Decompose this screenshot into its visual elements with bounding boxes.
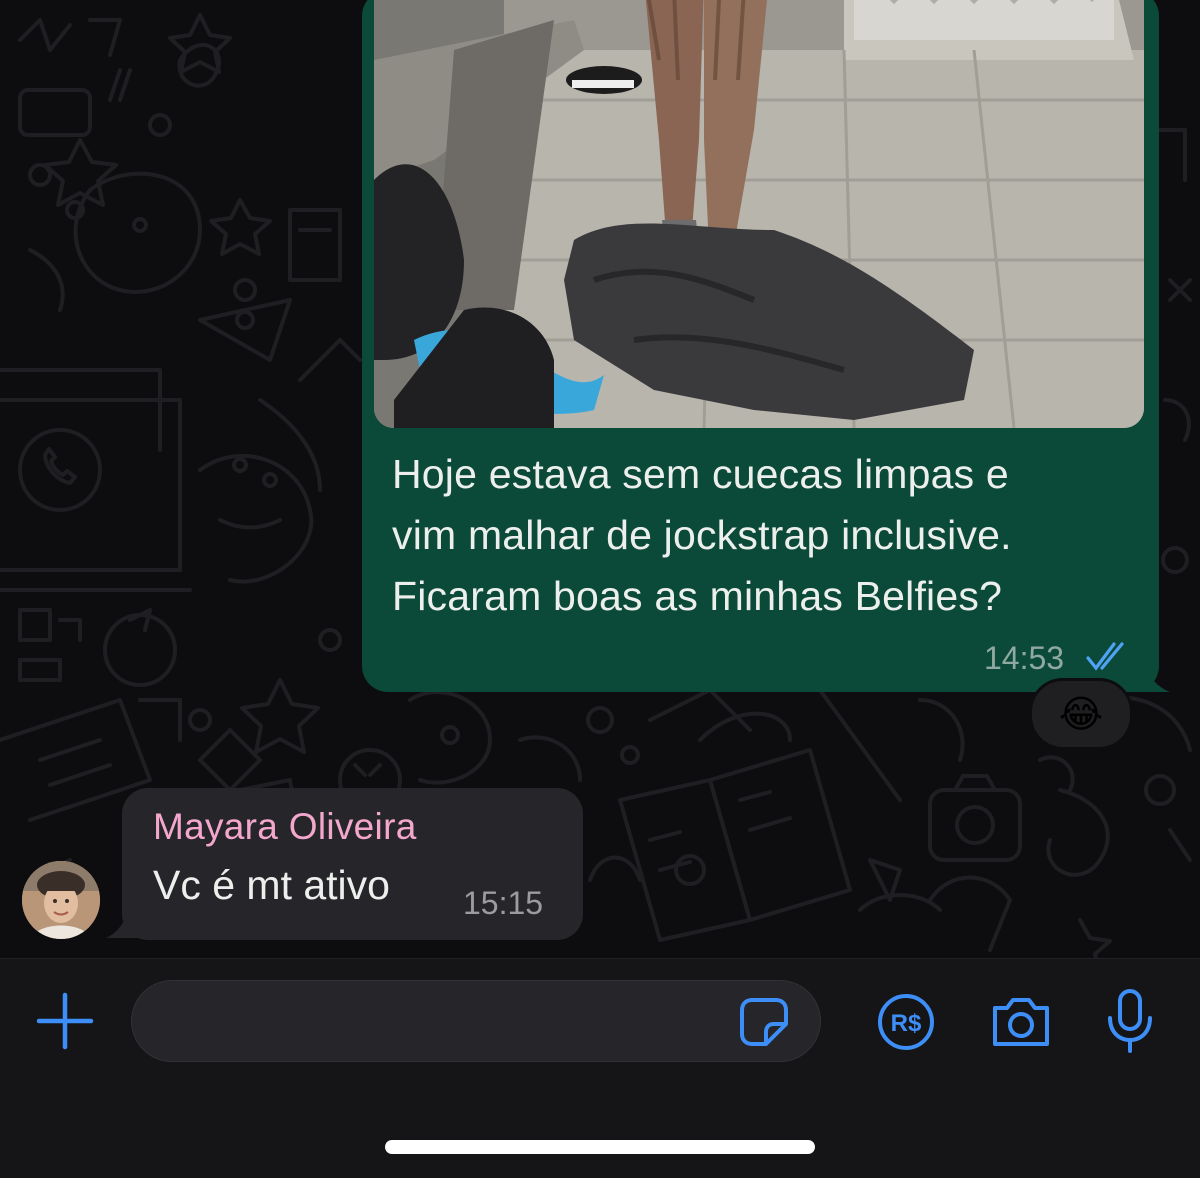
photo-content [374, 0, 1144, 428]
photo-attachment[interactable] [374, 0, 1144, 428]
message-line: Ficaram boas as minhas Belfies? [392, 573, 1003, 619]
camera-icon [993, 998, 1049, 1046]
avatar-image [22, 861, 100, 939]
avatar[interactable] [22, 861, 100, 939]
outgoing-bubble-tail [1130, 640, 1170, 692]
reaction-badge[interactable]: 😂 [1029, 678, 1133, 750]
sender-name[interactable]: Mayara Oliveira [153, 806, 417, 848]
camera-button[interactable] [986, 990, 1056, 1054]
attach-button[interactable] [30, 988, 100, 1054]
payment-icon: R$ [878, 994, 934, 1050]
message-line: Hoje estava sem cuecas limpas e [392, 451, 1009, 497]
incoming-message-time: 15:15 [463, 885, 544, 921]
payment-icon-label: R$ [891, 1010, 922, 1037]
incoming-message-text: Vc é mt ativo [153, 862, 390, 908]
sticker-icon [740, 998, 788, 1046]
read-receipt-icon [1086, 642, 1124, 671]
payment-button[interactable]: R$ [874, 990, 938, 1054]
outgoing-message-text: Hoje estava sem cuecas limpas e vim malh… [392, 444, 1132, 627]
microphone-icon [1108, 989, 1152, 1053]
message-line: vim malhar de jockstrap inclusive. [392, 512, 1012, 558]
home-indicator[interactable] [385, 1140, 815, 1154]
microphone-button[interactable] [1100, 986, 1160, 1056]
chat-area[interactable]: Hoje estava sem cuecas limpas e vim malh… [0, 0, 1200, 958]
message-input[interactable] [131, 980, 821, 1062]
outgoing-message-time: 14:53 [984, 640, 1065, 676]
plus-icon [36, 992, 94, 1050]
sticker-button[interactable] [734, 994, 794, 1050]
